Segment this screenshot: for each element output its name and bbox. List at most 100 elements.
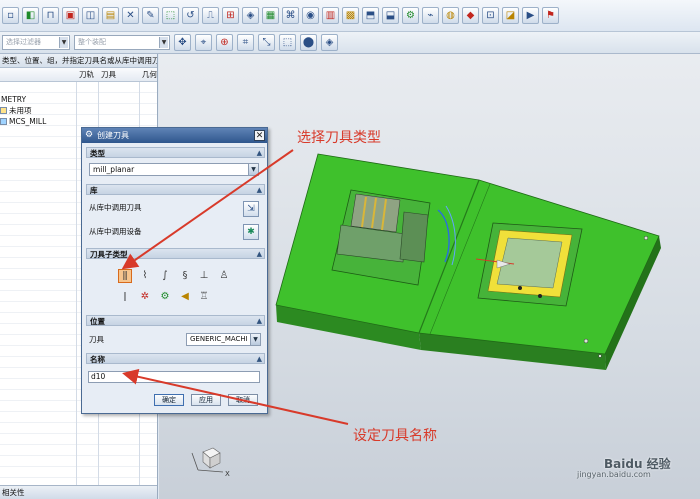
selection-toolbar: 选择过滤器 ▼ 整个装配 ▼ ✥ ⌖ ⊕ ⌗ ⤡ ⬚ ⬤ ◈ (0, 32, 700, 54)
section-title: 位置 (90, 317, 105, 326)
section-title: 刀具子类型 (90, 250, 128, 259)
feed-icon[interactable]: ⚙ (402, 7, 419, 24)
verify-path-icon[interactable]: ⎍ (202, 7, 219, 24)
snap-point-icon[interactable]: ✥ (174, 34, 191, 51)
subtype-ball-mill-icon[interactable]: ∫ (158, 269, 172, 283)
select-body-icon[interactable]: ⌗ (237, 34, 254, 51)
shop-doc-icon[interactable]: ▦ (262, 7, 279, 24)
avoidance-icon[interactable]: ◍ (442, 7, 459, 24)
create-method-icon[interactable]: ◫ (82, 7, 99, 24)
annotation-select-type: 选择刀具类型 (297, 130, 381, 146)
ipw-icon[interactable]: ◆ (462, 7, 479, 24)
type-value: mill_planar (93, 165, 135, 174)
selection-filter-value: 选择过滤器 (6, 38, 41, 46)
section-name[interactable]: 名称 ▲ (86, 353, 265, 364)
section-library[interactable]: 库 ▲ (86, 184, 265, 195)
generate-path-icon[interactable]: ⬚ (162, 7, 179, 24)
tree-row-mcs-mill[interactable]: MCS_MILL (0, 116, 46, 127)
assembly-scope-dropdown[interactable]: 整个装配 ▼ (74, 35, 170, 50)
create-program-icon[interactable]: ◧ (22, 7, 39, 24)
subtype-thread-mill-icon[interactable]: ǀ (118, 290, 132, 304)
tree-row-label: 未用项 (9, 106, 32, 115)
subtype-head-icon[interactable]: ⚙ (158, 290, 172, 304)
chevron-down-icon: ▼ (59, 37, 68, 48)
new-file-icon[interactable]: ▫ (2, 7, 19, 24)
chevron-up-icon: ▲ (256, 250, 262, 258)
screw-hole (643, 235, 649, 241)
method-view-icon[interactable]: ⬓ (382, 7, 399, 24)
create-tool-icon[interactable]: ⊓ (42, 7, 59, 24)
column-path[interactable]: 刀轨 (79, 68, 94, 81)
type-dropdown[interactable]: mill_planar ▼ (89, 163, 259, 176)
section-location[interactable]: 位置 ▲ (86, 315, 265, 326)
edit-object-icon[interactable]: ✎ (142, 7, 159, 24)
tool-location-label: 刀具 (89, 335, 104, 344)
gear-icon: ⚙ (85, 130, 94, 140)
subtype-barrel-icon[interactable]: ♙ (217, 269, 231, 283)
output-cls-icon[interactable]: ⌘ (282, 7, 299, 24)
create-tool-dialog: ⚙ 创建刀具 ✕ 类型 ▲ mill_planar ▼ 库 ▲ 从库中调用刀具 ⇲ 从… (81, 127, 268, 414)
subtype-pocket-icon[interactable]: ◀ (178, 290, 192, 304)
tool-location-dropdown[interactable]: GENERIC_MACHI ▼ (186, 333, 261, 346)
tree-row-label: METRY (1, 95, 27, 104)
section-tool-subtype[interactable]: 刀具子类型 ▲ (86, 248, 265, 259)
select-feature-icon[interactable]: ⌖ (195, 34, 212, 51)
cancel-button[interactable]: 取消 (228, 394, 258, 406)
section-title: 名称 (90, 355, 105, 364)
geometry-view-icon[interactable]: ⬒ (362, 7, 379, 24)
library-device-label: 从库中调用设备 (89, 227, 142, 236)
create-geometry-icon[interactable]: ▣ (62, 7, 79, 24)
dialog-titlebar[interactable]: ⚙ 创建刀具 ✕ (82, 128, 267, 143)
program-order-view-icon[interactable]: ▥ (322, 7, 339, 24)
tree-row-label: MCS_MILL (9, 117, 47, 126)
view-orient-icon[interactable]: ◈ (321, 34, 338, 51)
cut-params-icon[interactable]: ⌁ (422, 7, 439, 24)
subtype-holder-icon[interactable]: ♖ (197, 290, 211, 304)
selection-filter-dropdown[interactable]: 选择过滤器 ▼ (2, 35, 70, 50)
rectangle-select-icon[interactable]: ⬚ (279, 34, 296, 51)
column-tool[interactable]: 刀具 (101, 68, 116, 81)
tool-location-value: GENERIC_MACHI (190, 335, 248, 343)
subtype-t-cutter-icon[interactable]: ⊥ (197, 269, 211, 283)
main-toolbar: ▫ ◧ ⊓ ▣ ◫ ▤ ✕ ✎ ⬚ ↺ ⎍ ⊞ ◈ ▦ ⌘ ◉ ▥ ▩ ⬒ ⬓ … (0, 0, 700, 32)
toolpath-display-icon[interactable]: ⊡ (482, 7, 499, 24)
tree-row-geometry[interactable]: METRY (1, 94, 26, 105)
retrieve-device-button[interactable]: ✱ (243, 224, 259, 240)
machine-view-icon[interactable]: ▩ (342, 7, 359, 24)
dependencies-panel-header[interactable]: 相关性 (0, 485, 157, 499)
replay-path-icon[interactable]: ↺ (182, 7, 199, 24)
navigator-header: 类型、位置、组，并指定刀具名或从库中调用刀具 (0, 54, 157, 68)
apply-button[interactable]: 应用 (191, 394, 221, 406)
list-path-icon[interactable]: ⊞ (222, 7, 239, 24)
select-face-icon[interactable]: ⊕ (216, 34, 233, 51)
folder-icon (0, 107, 7, 114)
subtype-end-mill-icon[interactable]: ⌇ (138, 269, 152, 283)
close-icon[interactable]: ✕ (254, 130, 265, 141)
tool-name-input[interactable]: d10 (88, 371, 260, 383)
section-title: 类型 (90, 149, 105, 158)
ejector-pin-hole (518, 286, 522, 290)
flag-icon[interactable]: ⚑ (542, 7, 559, 24)
create-operation-icon[interactable]: ▤ (102, 7, 119, 24)
chevron-up-icon: ▲ (256, 149, 262, 157)
chevron-up-icon: ▲ (256, 186, 262, 194)
subtype-chamfer-mill-icon[interactable]: § (178, 269, 192, 283)
postprocess-icon[interactable]: ◈ (242, 7, 259, 24)
simulation-icon[interactable]: ▶ (522, 7, 539, 24)
section-type[interactable]: 类型 ▲ (86, 147, 265, 158)
column-divider (76, 82, 77, 485)
subtype-carrier-icon[interactable]: ✲ (138, 290, 152, 304)
tool-display-icon[interactable]: ◪ (502, 7, 519, 24)
retrieve-tool-button[interactable]: ⇲ (243, 201, 259, 217)
select-edge-icon[interactable]: ⤡ (258, 34, 275, 51)
chevron-down-icon: ▼ (250, 334, 260, 345)
machine-tool-view-icon[interactable]: ◉ (302, 7, 319, 24)
column-geometry[interactable]: 几何 (142, 68, 157, 81)
subtype-mill-icon[interactable]: ⫼ (118, 269, 132, 283)
chevron-up-icon: ▲ (256, 317, 262, 325)
shaded-display-icon[interactable]: ⬤ (300, 34, 317, 51)
ok-button[interactable]: 确定 (154, 394, 184, 406)
delete-icon[interactable]: ✕ (122, 7, 139, 24)
tree-row-unused[interactable]: 未用项 (0, 105, 32, 116)
ejector-pin-hole (538, 294, 542, 298)
